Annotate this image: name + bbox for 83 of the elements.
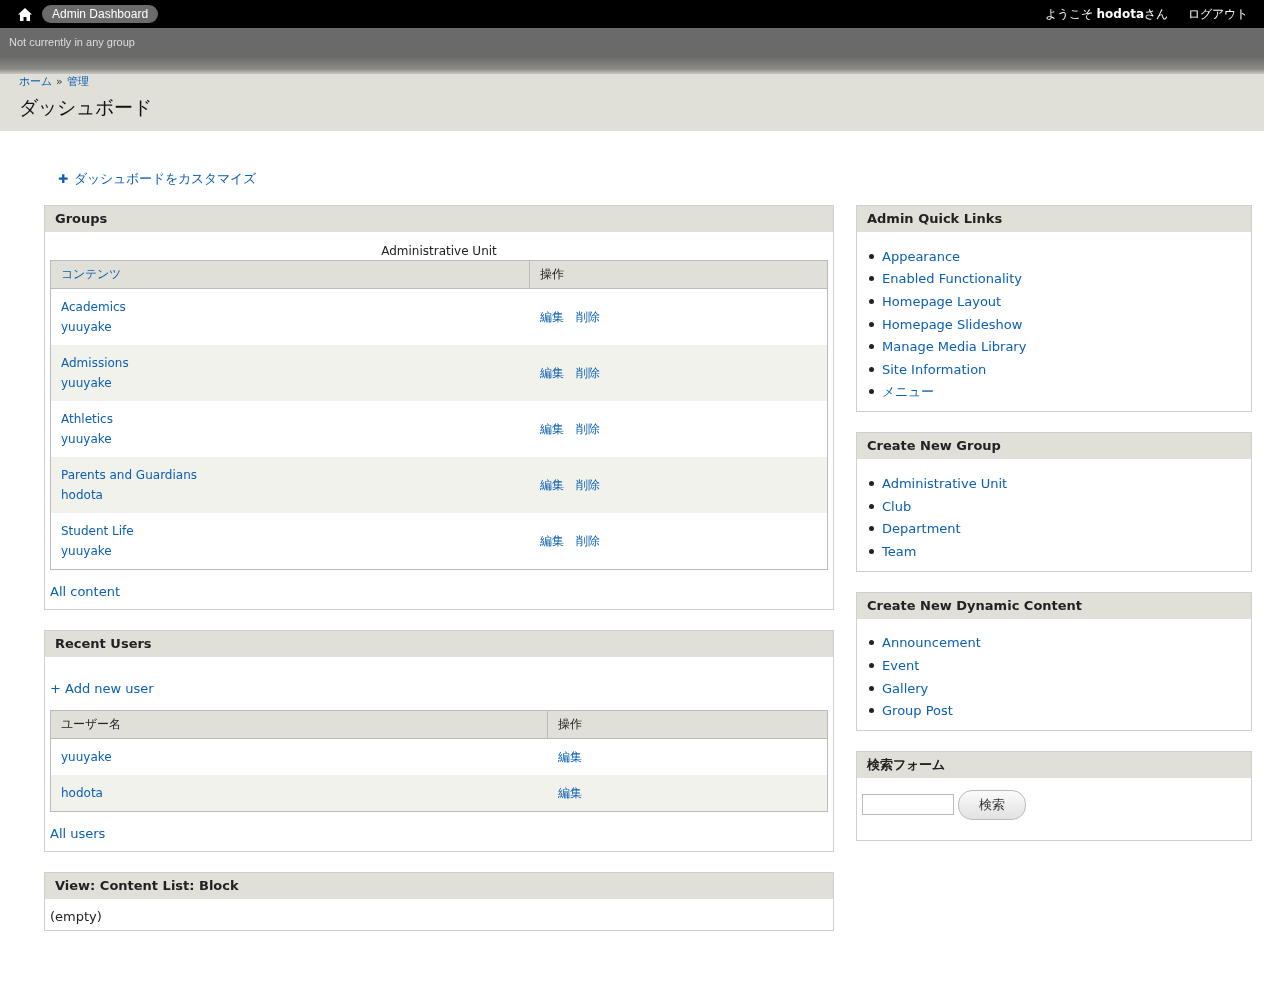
bullet-icon [869, 708, 874, 714]
group-link[interactable]: Student Life [61, 521, 134, 541]
home-icon[interactable] [18, 7, 32, 21]
all-users-link[interactable]: All users [50, 826, 106, 841]
sidebar-link[interactable]: Team [882, 543, 917, 559]
sidebar-link[interactable]: Administrative Unit [882, 475, 1008, 491]
sidebar-link[interactable]: Department [882, 521, 961, 537]
bullet-icon [869, 299, 874, 304]
panel-title: Create New Dynamic Content [857, 592, 1251, 619]
panel-title: Admin Quick Links [857, 206, 1251, 232]
user-link[interactable]: hodota [61, 786, 103, 800]
sidebar-link[interactable]: Appearance [882, 248, 961, 264]
panel-title: View: Content List: Block [45, 873, 833, 899]
panel-title: 検索フォーム [857, 751, 1251, 778]
search-button[interactable]: 検索 [958, 789, 1026, 820]
sidebar-link[interactable]: Announcement [882, 635, 981, 651]
column-header[interactable]: コンテンツ [61, 267, 121, 281]
column-header: ユーザー名 [50, 710, 548, 739]
bullet-icon [869, 389, 874, 395]
edit-link[interactable]: 編集 [557, 749, 582, 764]
panel-title: Groups [45, 206, 833, 232]
sidebar-link[interactable]: Enabled Functionality [882, 271, 1022, 287]
action-link[interactable]: 編集 [539, 477, 564, 492]
sidebar-link[interactable]: Group Post [882, 703, 953, 719]
sidebar-link[interactable]: Gallery [882, 680, 929, 696]
action-link[interactable]: 削除 [575, 421, 600, 436]
breadcrumb-separator: » [56, 75, 63, 88]
sidebar-link[interactable]: Homepage Slideshow [882, 316, 1023, 332]
add-user-link[interactable]: + Add new user [50, 681, 154, 696]
bullet-icon [869, 276, 874, 282]
author-link[interactable]: yuuyake [61, 317, 112, 337]
group-link[interactable]: Athletics [61, 409, 113, 429]
bullet-icon [869, 321, 874, 327]
bullet-icon [869, 640, 874, 646]
user-link[interactable]: yuuyake [61, 750, 112, 764]
author-link[interactable]: yuuyake [61, 541, 112, 561]
logout-link[interactable]: ログアウト [1188, 5, 1248, 23]
action-link[interactable]: 編集 [539, 533, 564, 548]
customize-dashboard-link[interactable]: ダッシュボードをカスタマイズ [74, 170, 257, 188]
group-status-text: Not currently in any group [9, 36, 135, 48]
bullet-icon [869, 662, 874, 668]
panel-title: Recent Users [45, 631, 833, 657]
bullet-icon [869, 503, 874, 509]
action-link[interactable]: 編集 [539, 365, 564, 380]
search-field[interactable] [862, 794, 954, 816]
breadcrumb-link[interactable]: ホーム [19, 74, 52, 89]
all-content-link[interactable]: All content [50, 584, 121, 599]
admin-dashboard-link[interactable]: Admin Dashboard [42, 5, 159, 23]
column-header: 操作 [547, 710, 828, 739]
action-link[interactable]: 削除 [575, 533, 600, 548]
sidebar-link[interactable]: Club [882, 498, 912, 514]
action-link[interactable]: 削除 [575, 309, 600, 324]
sidebar-link[interactable]: Site Information [882, 361, 987, 377]
welcome-text: ようこそ hodotaさん [1044, 5, 1168, 23]
author-link[interactable]: yuuyake [61, 373, 112, 393]
sidebar-link[interactable]: Event [882, 657, 920, 673]
author-link[interactable]: hodota [61, 485, 103, 505]
edit-link[interactable]: 編集 [557, 785, 582, 800]
sidebar-link[interactable]: Manage Media Library [882, 339, 1027, 355]
empty-text: (empty) [50, 909, 102, 924]
panel-title: Create New Group [857, 433, 1251, 460]
bullet-icon [869, 685, 874, 691]
bullet-icon [869, 480, 874, 486]
sidebar-link[interactable]: メニュー [882, 382, 934, 401]
group-link[interactable]: Academics [61, 297, 126, 317]
bullet-icon [869, 344, 874, 350]
group-link[interactable]: Parents and Guardians [61, 465, 197, 485]
action-link[interactable]: 削除 [575, 477, 600, 492]
bullet-icon [869, 548, 874, 554]
action-link[interactable]: 編集 [539, 421, 564, 436]
sidebar-link[interactable]: Homepage Layout [882, 294, 1002, 309]
page-title: ダッシュボード [19, 95, 153, 120]
action-link[interactable]: 編集 [539, 309, 564, 324]
bullet-icon [869, 526, 874, 532]
table-caption: Administrative Unit [380, 243, 498, 260]
column-header: 操作 [529, 260, 828, 289]
bullet-icon [869, 366, 874, 372]
plus-icon: ✚ [58, 172, 69, 186]
breadcrumb-link[interactable]: 管理 [66, 74, 89, 89]
action-link[interactable]: 削除 [575, 365, 600, 380]
group-link[interactable]: Admissions [61, 353, 129, 373]
author-link[interactable]: yuuyake [61, 429, 112, 449]
bullet-icon [869, 253, 874, 259]
